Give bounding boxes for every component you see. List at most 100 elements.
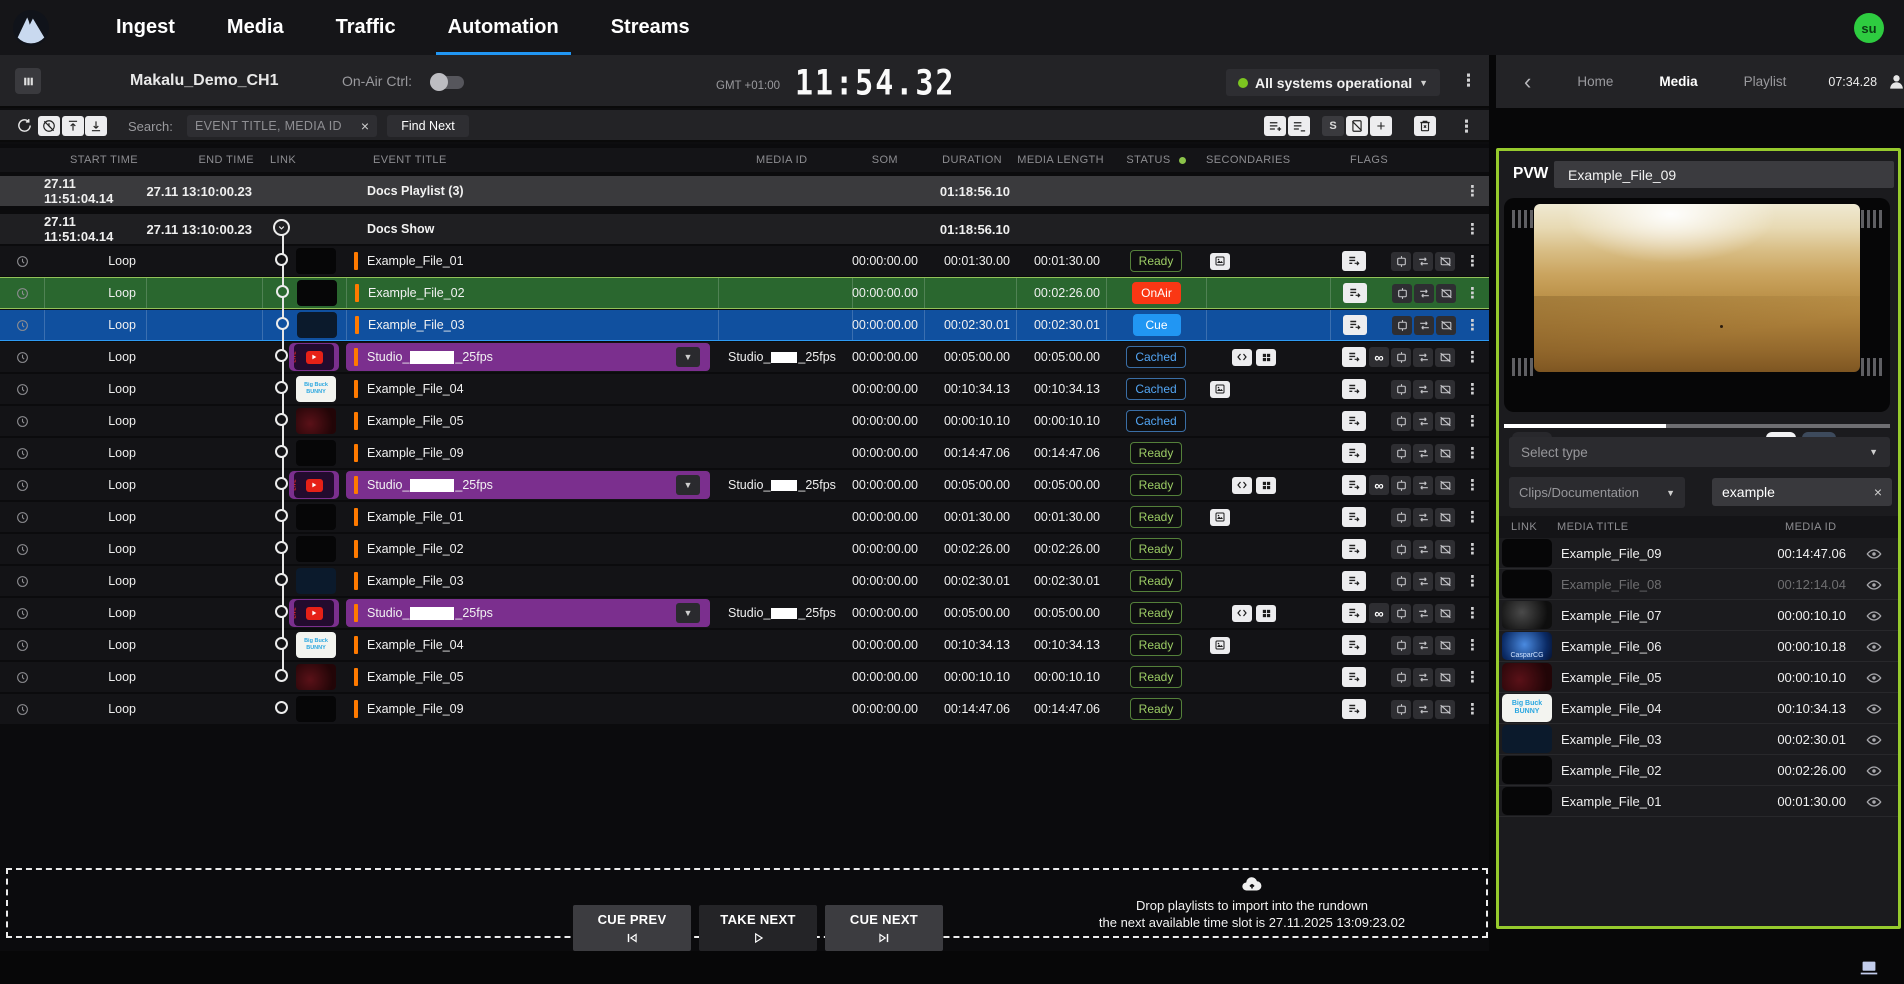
- row-kebab-icon[interactable]: ⋮: [1465, 574, 1480, 589]
- queue-flag-icon[interactable]: [1342, 443, 1366, 463]
- autoscroll-off-icon[interactable]: [38, 116, 60, 136]
- image-secondary-icon[interactable]: [1210, 636, 1230, 654]
- skip-flag-icon[interactable]: [1435, 251, 1455, 271]
- swap-flag-icon[interactable]: [1413, 699, 1433, 719]
- queue-flag-icon[interactable]: [1342, 251, 1366, 271]
- swap-flag-icon[interactable]: [1413, 475, 1433, 495]
- event-dropdown-icon[interactable]: ▼: [676, 347, 700, 367]
- preview-eye-icon[interactable]: [1866, 577, 1882, 593]
- grid-secondary-icon[interactable]: [1256, 348, 1276, 366]
- col-media-length[interactable]: MEDIA LENGTH: [1016, 148, 1106, 172]
- swap-flag-icon[interactable]: [1413, 411, 1433, 431]
- image-secondary-icon[interactable]: [1210, 380, 1230, 398]
- skip-flag-icon[interactable]: [1435, 603, 1455, 623]
- rundown-row[interactable]: Loop Example_File_01 ▼: [0, 502, 1489, 532]
- col-flags[interactable]: FLAGS: [1330, 148, 1456, 172]
- rundown-row[interactable]: Loop Example_File_05 ▼: [0, 662, 1489, 692]
- media-list-item[interactable]: Example_File_01 00:01:30.00: [1499, 786, 1898, 817]
- skip-flag-icon[interactable]: [1435, 539, 1455, 559]
- swap-flag-icon[interactable]: [1413, 539, 1433, 559]
- row-kebab-icon[interactable]: ⋮: [1465, 446, 1480, 461]
- swap-flag-icon[interactable]: [1413, 379, 1433, 399]
- queue-flag-icon[interactable]: [1342, 571, 1366, 591]
- skip-flag-icon[interactable]: [1435, 443, 1455, 463]
- row-kebab-icon[interactable]: ⋮: [1465, 414, 1480, 429]
- rundown-row[interactable]: Loop Example_File_09 ▼: [0, 694, 1489, 724]
- main-tab[interactable]: Traffic: [310, 0, 422, 55]
- media-list-item[interactable]: Example_File_05 00:00:10.10: [1499, 662, 1898, 693]
- skip-flag-icon[interactable]: [1436, 283, 1456, 303]
- grid-secondary-icon[interactable]: [1256, 476, 1276, 494]
- cue-next-button[interactable]: CUE NEXT: [825, 905, 943, 951]
- row-kebab-icon[interactable]: ⋮: [1465, 382, 1480, 397]
- skip-flag-icon[interactable]: [1435, 411, 1455, 431]
- recue-flag-icon[interactable]: [1392, 283, 1412, 303]
- queue-flag-icon[interactable]: [1342, 411, 1366, 431]
- skip-flag-icon[interactable]: [1435, 379, 1455, 399]
- row-kebab-icon[interactable]: ⋮: [1465, 222, 1480, 237]
- row-kebab-icon[interactable]: ⋮: [1465, 542, 1480, 557]
- col-start-time[interactable]: START TIME: [44, 148, 146, 172]
- rundown-row[interactable]: Loop Example_File_02 ▼: [0, 534, 1489, 564]
- main-tab[interactable]: Automation: [422, 0, 585, 55]
- col-link[interactable]: LINK: [262, 148, 346, 172]
- row-kebab-icon[interactable]: ⋮: [1465, 350, 1480, 365]
- swap-flag-icon[interactable]: [1413, 347, 1433, 367]
- skip-flag-icon[interactable]: [1435, 571, 1455, 591]
- queue-flag-icon[interactable]: [1342, 667, 1366, 687]
- row-kebab-icon[interactable]: ⋮: [1465, 702, 1480, 717]
- code-secondary-icon[interactable]: [1232, 348, 1252, 366]
- back-chevron-icon[interactable]: ‹: [1524, 69, 1531, 95]
- rundown-row[interactable]: Loop LIVE Studio_ _25fps ▼ Studio_ _25fp…: [0, 598, 1489, 628]
- row-kebab-icon[interactable]: ⋮: [1465, 184, 1480, 199]
- skip-flag-icon[interactable]: [1435, 475, 1455, 495]
- main-tab[interactable]: Streams: [585, 0, 716, 55]
- queue-flag-icon[interactable]: [1342, 475, 1366, 495]
- mcol-media-id[interactable]: MEDIA ID: [1785, 521, 1837, 533]
- recue-flag-icon[interactable]: [1391, 667, 1411, 687]
- queue-flag-icon[interactable]: [1342, 699, 1366, 719]
- refresh-icon[interactable]: [16, 117, 33, 134]
- skip-flag-icon[interactable]: [1435, 635, 1455, 655]
- queue-flag-icon[interactable]: [1343, 283, 1367, 303]
- collapse-chevron-icon[interactable]: [273, 219, 290, 236]
- queue-flag-icon[interactable]: [1342, 347, 1366, 367]
- queue-flag-icon[interactable]: [1342, 507, 1366, 527]
- event-dropdown-icon[interactable]: ▼: [676, 475, 700, 495]
- recue-flag-icon[interactable]: [1391, 507, 1411, 527]
- cue-prev-button[interactable]: CUE PREV: [573, 905, 691, 951]
- recue-flag-icon[interactable]: [1391, 603, 1411, 623]
- grid-secondary-icon[interactable]: [1256, 604, 1276, 622]
- swap-flag-icon[interactable]: [1413, 667, 1433, 687]
- screen-off-icon[interactable]: [1346, 116, 1368, 136]
- queue-flag-icon[interactable]: [1342, 603, 1366, 623]
- preview-eye-icon[interactable]: [1866, 763, 1882, 779]
- onair-ctrl-toggle[interactable]: [430, 73, 464, 91]
- swap-flag-icon[interactable]: [1414, 283, 1434, 303]
- user-avatar[interactable]: su: [1854, 13, 1884, 43]
- delete-icon[interactable]: [1414, 116, 1436, 136]
- swap-flag-icon[interactable]: [1413, 603, 1433, 623]
- row-kebab-icon[interactable]: ⋮: [1465, 606, 1480, 621]
- mcol-link[interactable]: LINK: [1511, 521, 1537, 533]
- col-media-id[interactable]: MEDIA ID: [718, 148, 852, 172]
- queue-flag-icon[interactable]: [1342, 539, 1366, 559]
- media-list-item[interactable]: Big Buck BUNNY Example_File_04 00:10:34.…: [1499, 693, 1898, 724]
- mcol-media-title[interactable]: MEDIA TITLE: [1557, 521, 1628, 533]
- infinite-loop-flag-icon[interactable]: ∞: [1369, 475, 1389, 495]
- col-end-time[interactable]: END TIME: [146, 148, 262, 172]
- rundown-row[interactable]: Loop Example_File_09 ▼: [0, 438, 1489, 468]
- recue-flag-icon[interactable]: [1391, 539, 1411, 559]
- preview-eye-icon[interactable]: [1866, 732, 1882, 748]
- preview-eye-icon[interactable]: [1866, 639, 1882, 655]
- recue-flag-icon[interactable]: [1391, 411, 1411, 431]
- channel-menu-kebab-icon[interactable]: ⋮: [1460, 72, 1477, 89]
- main-tab[interactable]: Ingest: [90, 0, 201, 55]
- system-status-dropdown[interactable]: All systems operational ▼: [1226, 69, 1440, 96]
- recue-flag-icon[interactable]: [1392, 315, 1412, 335]
- image-secondary-icon[interactable]: [1210, 508, 1230, 526]
- swap-flag-icon[interactable]: [1413, 443, 1433, 463]
- infinite-loop-flag-icon[interactable]: ∞: [1369, 347, 1389, 367]
- preview-eye-icon[interactable]: [1866, 546, 1882, 562]
- image-secondary-icon[interactable]: [1210, 252, 1230, 270]
